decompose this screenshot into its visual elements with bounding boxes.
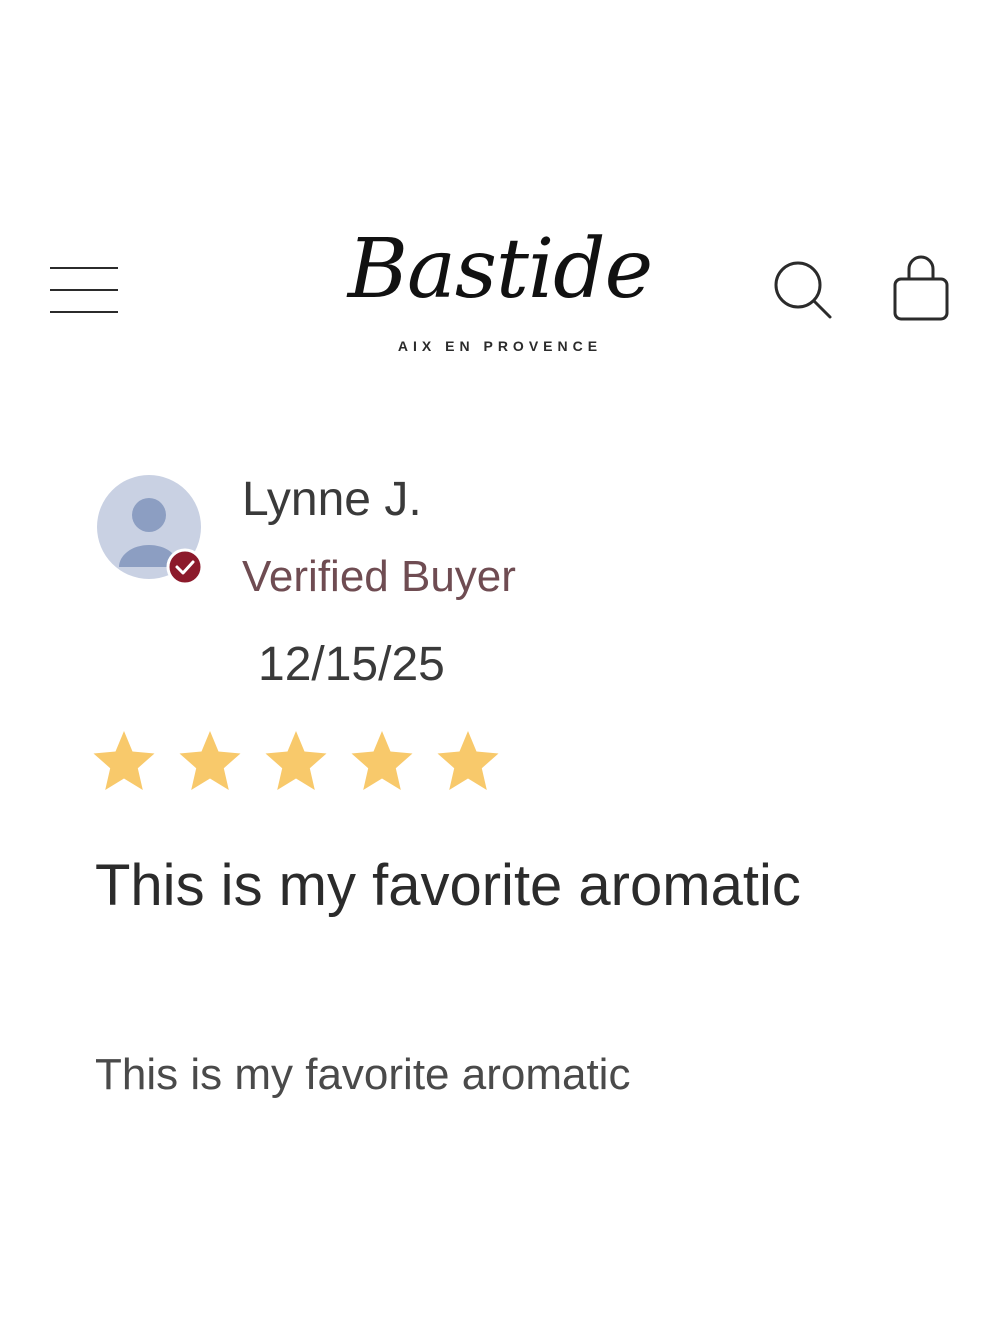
review-body: This is my favorite aromatic — [95, 1050, 631, 1099]
menu-button[interactable] — [50, 267, 120, 313]
verified-check-icon — [166, 548, 204, 586]
site-header: Bastide AIX EN PROVENCE — [0, 215, 1000, 375]
star-rating — [90, 728, 502, 796]
search-button[interactable] — [770, 257, 836, 323]
star-icon — [93, 731, 155, 790]
logo-wordmark: Bastide — [347, 222, 653, 317]
star-icon — [179, 731, 241, 790]
hamburger-menu-icon-line — [50, 289, 118, 291]
review-title: This is my favorite aromatic — [95, 853, 801, 918]
review-author-name: Lynne J. — [242, 473, 422, 526]
verified-buyer-label: Verified Buyer — [242, 552, 516, 601]
star-icon — [437, 731, 499, 790]
user-avatar-icon — [97, 475, 204, 586]
cart-button[interactable] — [888, 255, 954, 325]
shopping-bag-icon — [893, 255, 949, 321]
avatar — [97, 475, 205, 586]
logo-tagline: AIX EN PROVENCE — [397, 338, 603, 354]
hamburger-menu-icon-line — [50, 267, 118, 269]
search-icon — [774, 261, 832, 319]
hamburger-menu-icon-line — [50, 311, 118, 313]
brand-logo[interactable]: Bastide AIX EN PROVENCE — [330, 220, 670, 365]
star-icon — [351, 731, 413, 790]
star-icon — [265, 731, 327, 790]
review-date: 12/15/25 — [258, 638, 445, 691]
